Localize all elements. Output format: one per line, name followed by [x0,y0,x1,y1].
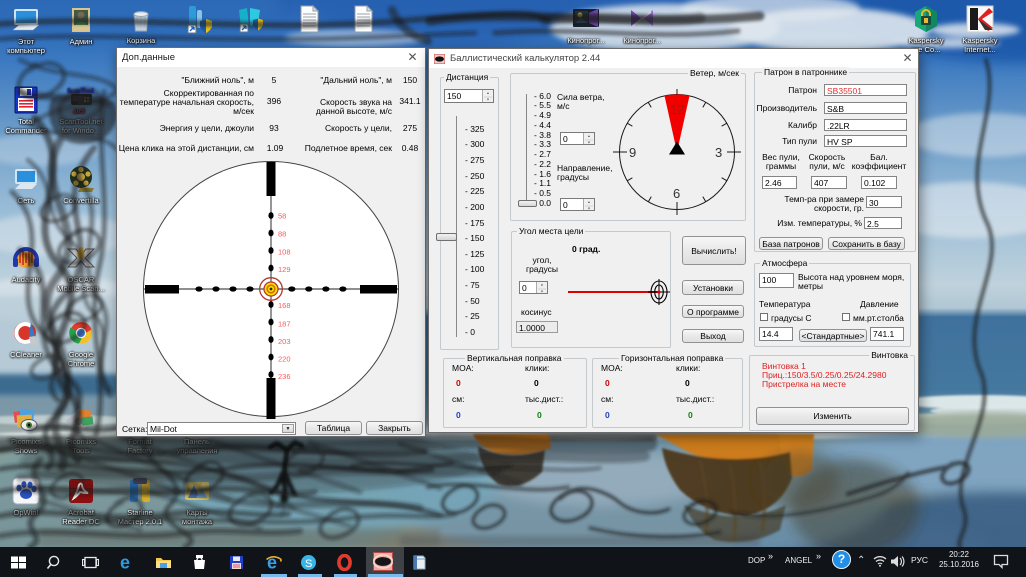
svg-text:236: 236 [278,372,291,381]
svg-text:3: 3 [715,145,722,160]
svg-text:168: 168 [278,301,291,310]
svg-text:58: 58 [278,212,286,221]
svg-text:S: S [305,558,312,570]
svg-text:e: e [120,554,130,571]
svg-text:187: 187 [278,320,291,329]
svg-text:12: 12 [670,102,684,117]
svg-text:203: 203 [278,337,291,346]
svg-text:220: 220 [278,355,291,364]
svg-text:88: 88 [278,230,286,239]
svg-text:108: 108 [278,248,291,257]
svg-text:6: 6 [673,186,680,201]
svg-text:9: 9 [629,145,636,160]
svg-text:129: 129 [278,265,291,274]
